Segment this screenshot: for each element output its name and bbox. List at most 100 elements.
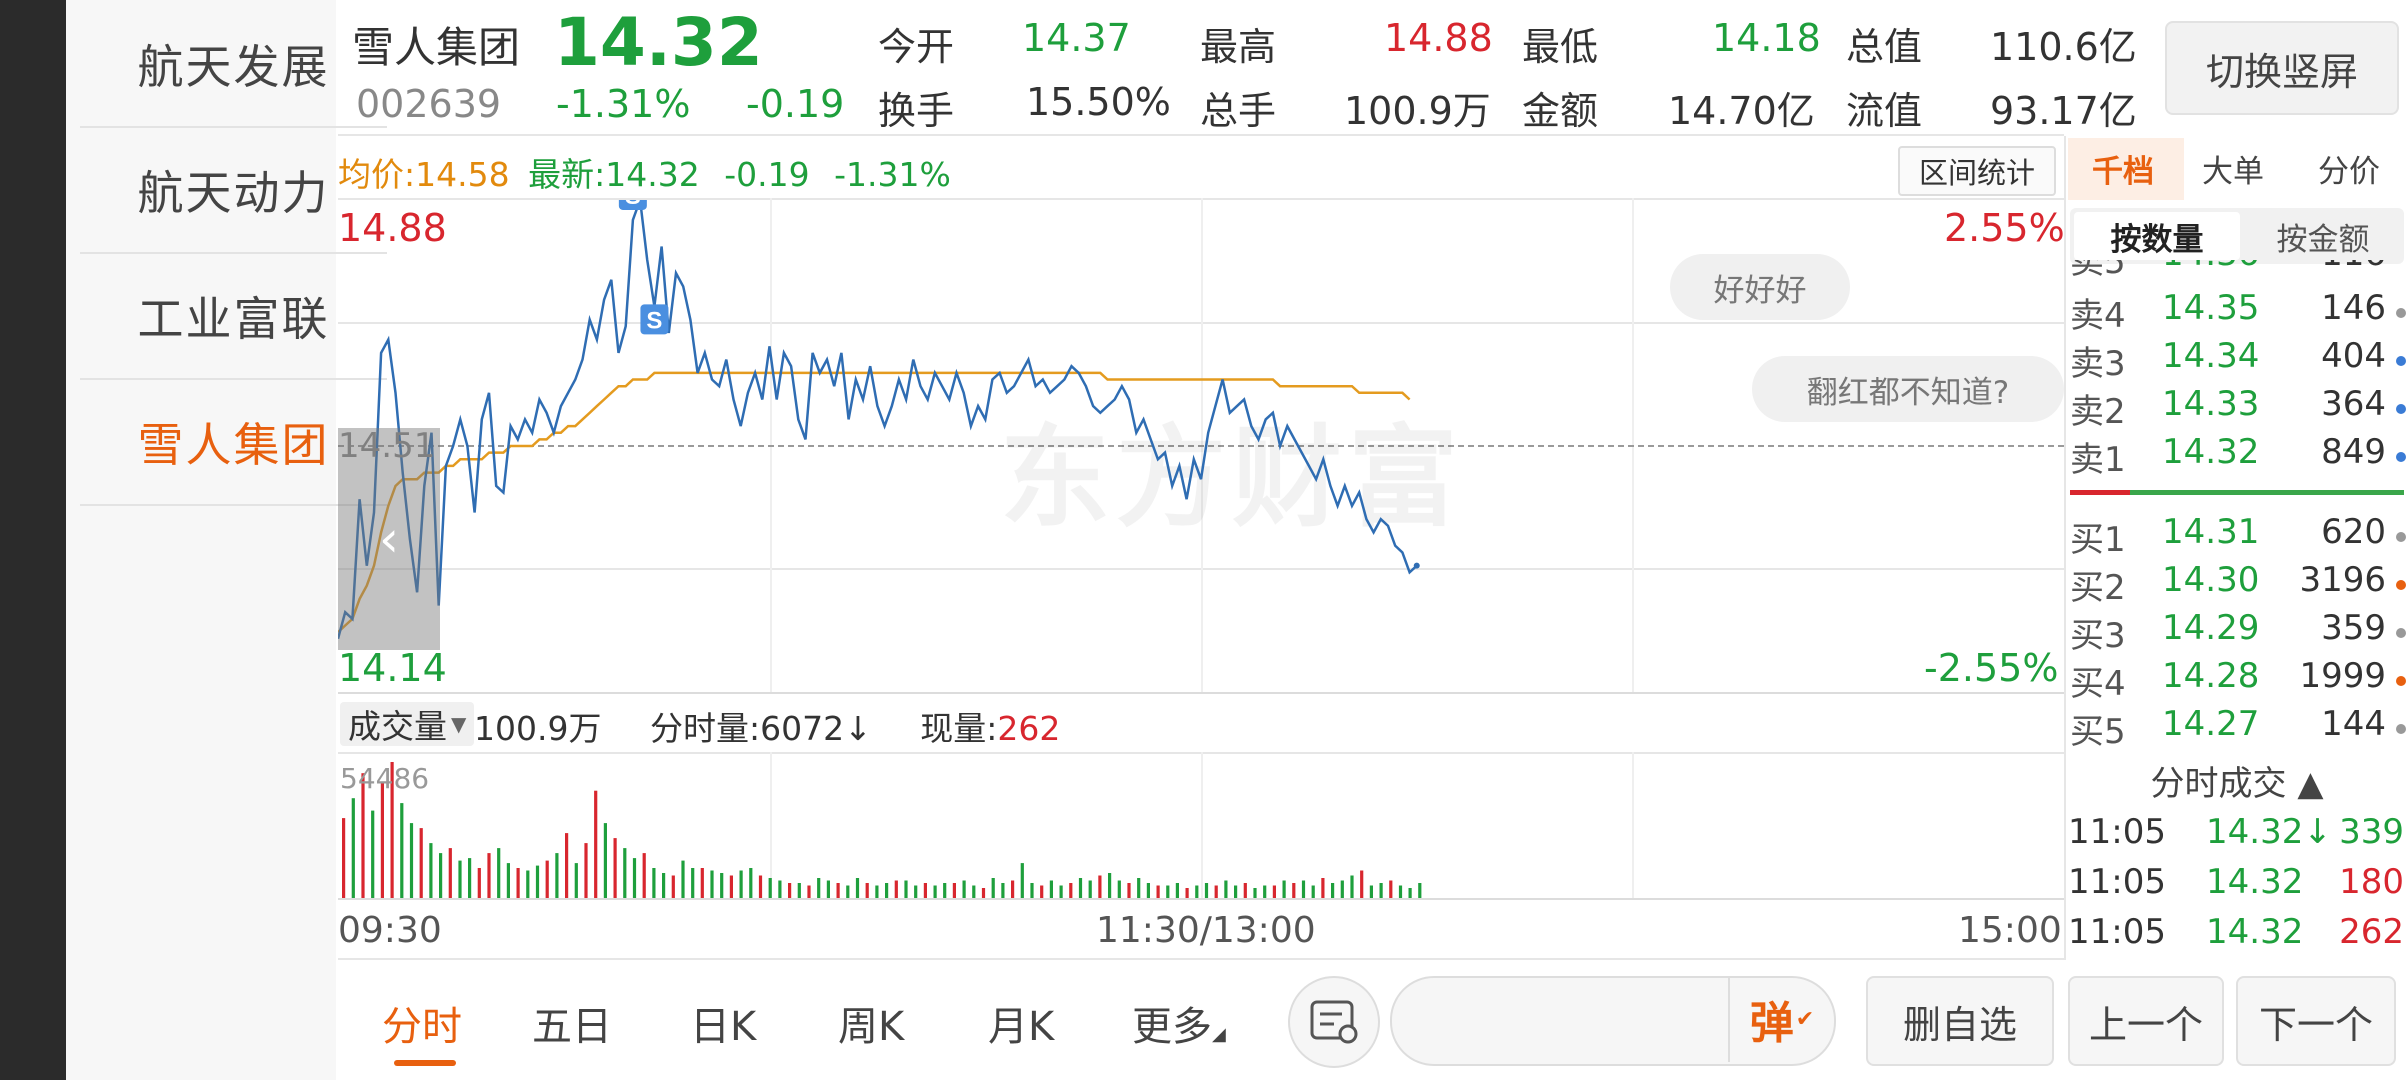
order-level-label: 卖2 bbox=[2070, 392, 2126, 432]
sell-marker-icon[interactable]: S bbox=[640, 304, 669, 335]
comment-bubble[interactable]: 好好好 bbox=[1670, 254, 1850, 320]
volume-indicator-select[interactable]: 成交量 ▼ bbox=[340, 702, 475, 746]
volume-bar bbox=[526, 870, 530, 898]
buy-level-row[interactable]: 买2 14.30 3196 bbox=[2070, 560, 2406, 608]
order-dot-icon bbox=[2396, 356, 2406, 366]
buy-level-row[interactable]: 买5 14.27 144 bbox=[2070, 704, 2406, 752]
trade-time: 11:05 bbox=[2068, 862, 2166, 902]
active-tab-indicator bbox=[394, 1060, 456, 1066]
tab-qiandang[interactable]: 千档 bbox=[2092, 146, 2154, 191]
volume-bar bbox=[1272, 885, 1276, 898]
switch-vertical-button[interactable]: 切换竖屏 bbox=[2165, 21, 2399, 115]
sell-marker-icon[interactable]: S bbox=[618, 200, 647, 210]
tab-weekly-k[interactable]: 周K bbox=[838, 994, 904, 1052]
volume-bar bbox=[555, 853, 559, 898]
subtab-by-amount[interactable]: 按金额 bbox=[2244, 212, 2402, 260]
volume-bar bbox=[885, 883, 889, 898]
sidebar-item-label: 航天发展 bbox=[137, 40, 330, 94]
chevron-left-icon: ‹ bbox=[379, 510, 399, 568]
tab-monthly-k[interactable]: 月K bbox=[988, 994, 1054, 1052]
comment-bubble[interactable]: 翻红都不知道? bbox=[1752, 356, 2064, 422]
volume-bar bbox=[768, 878, 772, 898]
tab-dadan[interactable]: 大单 bbox=[2202, 146, 2264, 191]
amount-label: 金额 bbox=[1522, 89, 1599, 133]
tab-intraday[interactable]: 分时 bbox=[382, 994, 462, 1052]
order-level-label: 买4 bbox=[2070, 664, 2126, 704]
volume-bar bbox=[1059, 885, 1063, 898]
volume-bar bbox=[613, 838, 617, 898]
grid-line bbox=[338, 692, 2064, 694]
order-level-label: 卖1 bbox=[2070, 440, 2126, 480]
volume-bar bbox=[594, 790, 598, 898]
trade-row: 11:05 14.32↓ 339 bbox=[2068, 812, 2408, 860]
order-price: 14.32 bbox=[2162, 432, 2260, 472]
volume-bar bbox=[1263, 885, 1267, 898]
volume-bar bbox=[380, 783, 384, 898]
volume-bar bbox=[943, 883, 947, 898]
trades-title[interactable]: 分时成交 ▲ bbox=[2070, 756, 2404, 805]
buy-level-row[interactable]: 买1 14.31 620 bbox=[2070, 512, 2406, 560]
subtab-by-quantity[interactable]: 按数量 bbox=[2074, 212, 2240, 260]
order-price: 14.27 bbox=[2162, 704, 2260, 744]
order-volume: 359 bbox=[2321, 608, 2386, 648]
next-stock-button[interactable]: 下一个 bbox=[2236, 976, 2396, 1066]
volume-total: 100.9万 bbox=[474, 709, 602, 748]
sell-level-row[interactable]: 卖5 14.36 116 bbox=[2070, 260, 2406, 282]
order-dot-icon bbox=[2396, 676, 2406, 686]
order-price: 14.28 bbox=[2162, 656, 2260, 696]
volume-bar bbox=[1224, 880, 1228, 898]
interval-stats-button[interactable]: 区间统计 bbox=[1898, 146, 2056, 196]
tab-daily-k[interactable]: 日K bbox=[690, 994, 756, 1052]
volume-chart[interactable] bbox=[338, 752, 2064, 900]
avg-value: 14.58 bbox=[415, 155, 510, 194]
check-icon: ✔ bbox=[1795, 1006, 1815, 1032]
sidebar-item-stock-1[interactable]: 航天发展 bbox=[80, 2, 387, 128]
tab-five-day[interactable]: 五日 bbox=[532, 994, 612, 1052]
volume-bar bbox=[1108, 873, 1112, 898]
trade-time: 11:05 bbox=[2068, 812, 2166, 852]
chart-info-line: 均价:14.58 最新:14.32 -0.19 -1.31% bbox=[338, 148, 951, 196]
volume-info-line: 100.9万 分时量:6072↓ 现量:262 bbox=[474, 702, 1060, 750]
order-price: 14.30 bbox=[2162, 560, 2260, 600]
delete-watchlist-button[interactable]: 删自选 bbox=[1866, 976, 2054, 1066]
trade-row: 11:05 14.32 180 bbox=[2068, 862, 2408, 910]
sell-level-row[interactable]: 卖2 14.33 364 bbox=[2070, 384, 2406, 432]
volume-bar bbox=[914, 885, 918, 898]
volume-bar bbox=[545, 860, 549, 898]
stock-change-pct: -1.31% bbox=[556, 82, 691, 126]
pct-axis-max: 2.55% bbox=[1944, 206, 2065, 250]
danmaku-send-button[interactable]: 弹 ✔ bbox=[1728, 976, 1834, 1062]
volume-indicator-label: 成交量 bbox=[348, 707, 447, 746]
prev-stock-button[interactable]: 上一个 bbox=[2068, 976, 2224, 1066]
tab-fenjia[interactable]: 分价 bbox=[2318, 146, 2380, 191]
volume-bar bbox=[409, 823, 414, 898]
volume-bar bbox=[710, 870, 714, 898]
volume-bar bbox=[1350, 875, 1354, 898]
order-dot-icon bbox=[2396, 532, 2406, 542]
buy-level-row[interactable]: 买3 14.29 359 bbox=[2070, 608, 2406, 656]
volume-bar bbox=[439, 853, 443, 898]
order-volume: 404 bbox=[2321, 336, 2386, 376]
order-price: 14.34 bbox=[2162, 336, 2260, 376]
danmaku-settings-button[interactable] bbox=[1288, 976, 1380, 1068]
buy-level-row[interactable]: 买4 14.28 1999 bbox=[2070, 656, 2406, 704]
order-dot-icon bbox=[2396, 404, 2406, 414]
danmaku-settings-icon bbox=[1310, 1000, 1358, 1044]
price-line bbox=[338, 200, 1418, 640]
sell-level-row[interactable]: 卖3 14.34 404 bbox=[2070, 336, 2406, 384]
collapse-sidebar-button[interactable]: ‹ bbox=[338, 428, 440, 650]
order-price: 14.36 bbox=[2162, 260, 2259, 274]
volume-bar bbox=[855, 878, 860, 898]
volume-bar bbox=[904, 880, 908, 898]
volume-bar bbox=[565, 833, 569, 898]
volume-bar bbox=[1098, 875, 1102, 898]
volume-bar bbox=[351, 798, 355, 898]
order-level-label: 买1 bbox=[2070, 520, 2126, 560]
sell-level-row[interactable]: 卖4 14.35 146 bbox=[2070, 288, 2406, 336]
stock-change: -0.19 bbox=[746, 82, 845, 126]
order-volume: 364 bbox=[2321, 384, 2386, 424]
tab-more[interactable]: 更多◢ bbox=[1132, 994, 1226, 1052]
sell-level-row[interactable]: 卖1 14.32 849 bbox=[2070, 432, 2406, 480]
trade-row: 11:05 14.32 262 bbox=[2068, 912, 2408, 960]
mcap-label: 总值 bbox=[1846, 25, 1923, 69]
